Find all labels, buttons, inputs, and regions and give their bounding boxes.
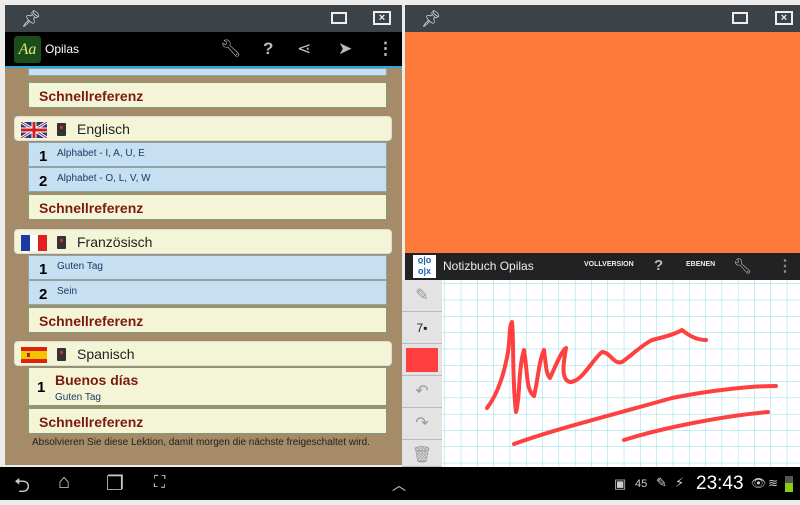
lesson-row[interactable]: 2 Alphabet - O, L, V, W (28, 167, 387, 192)
lang-header-english[interactable]: Englisch (14, 116, 392, 141)
left-window-titlebar: 📌︎ × (5, 5, 402, 32)
pin-icon[interactable]: 📌︎ (421, 9, 441, 29)
lesson-title: Guten Tag (57, 261, 103, 272)
quickref-item[interactable]: Schnellreferenz (28, 194, 387, 220)
app-title: Opilas (45, 42, 80, 56)
notebook-app-bar: o̲|o o|x Notizbuch Opilas VOLLVERSION ? E… (405, 253, 800, 280)
lesson-num: 1 (37, 379, 46, 396)
full-version-button[interactable]: VOLLVERSION (584, 261, 634, 268)
screenshot-icon[interactable]: ⛶ (154, 474, 165, 492)
trash-icon[interactable]: 🗑︎ (402, 440, 442, 467)
wifi-icon: ≋ (768, 476, 779, 490)
expand-icon[interactable]: ︿ (392, 475, 406, 495)
footer-hint: Absolvieren Sie diese Lektion, damit mor… (32, 437, 370, 448)
pin-icon[interactable]: 📌︎ (21, 9, 41, 29)
eye-icon: 👁︎ (751, 476, 767, 490)
uk-flag-icon (21, 122, 47, 138)
send-icon[interactable]: ➤ (338, 39, 352, 59)
lesson-num: 2 (39, 173, 48, 190)
drawing-canvas[interactable] (442, 280, 800, 467)
share-icon[interactable]: ⋖ (297, 39, 311, 59)
redo-icon[interactable]: ↷ (402, 408, 442, 440)
system-nav-bar: ⮌ ⌂ ❐ ⛶ ︿ ▣ 45 ✎ ⚡︎ 23:43 👁︎ ≋ (0, 467, 800, 500)
undo-icon[interactable]: ↶ (402, 376, 442, 408)
maximize-button[interactable] (732, 12, 748, 24)
book-icon (57, 123, 66, 136)
orange-panel (405, 32, 800, 253)
clock: 23:43 (696, 473, 744, 494)
help-button[interactable]: ? (654, 257, 663, 274)
lesson-title: Buenos días (55, 372, 139, 388)
color-picker[interactable] (402, 344, 442, 376)
app-logo: Aa (14, 36, 41, 63)
notebook-logo-icon: o̲|o o|x (413, 255, 436, 278)
lang-header-spanish[interactable]: Spanisch (14, 341, 392, 366)
flash-icon: ⚡︎ (675, 475, 685, 490)
lesson-num: 2 (39, 286, 48, 303)
lang-header-french[interactable]: Französisch (14, 229, 392, 254)
notif-count: 45 (635, 478, 648, 490)
book-icon (57, 348, 66, 361)
gallery-icon: ▣ (614, 476, 627, 491)
lang-name: Spanisch (77, 346, 135, 362)
quickref-item[interactable]: Schnellreferenz (28, 307, 387, 333)
spain-flag-icon (21, 347, 47, 363)
right-window-titlebar: 📌︎ × (405, 5, 800, 32)
wrench-icon[interactable]: 🔧︎ (733, 257, 752, 275)
wrench-icon[interactable]: 🔧︎ (220, 39, 242, 59)
lesson-row[interactable]: 1 Guten Tag (28, 255, 387, 280)
close-button[interactable]: × (373, 11, 391, 25)
lesson-row[interactable]: 2 Sein (28, 280, 387, 305)
maximize-button[interactable] (331, 12, 347, 24)
book-icon (57, 236, 66, 249)
lesson-title: Alphabet - I, A, U, E (57, 148, 145, 159)
overflow-menu-icon[interactable]: ⋮ (777, 256, 793, 276)
lang-name: Englisch (77, 121, 130, 137)
left-app-bar: Aa Opilas 🔧︎ ? ⋖ ➤ ⋮ (5, 32, 402, 66)
lesson-num: 1 (39, 261, 48, 278)
help-icon[interactable]: ? (263, 39, 273, 59)
lesson-num: 1 (39, 148, 48, 165)
overflow-menu-icon[interactable]: ⋮ (377, 39, 394, 59)
brush-size: 7 (416, 321, 424, 335)
lesson-row[interactable]: 1 Buenos días Guten Tag (28, 367, 387, 406)
quickref-item[interactable]: Schnellreferenz (28, 408, 387, 434)
close-button[interactable]: × (775, 11, 793, 25)
notebook-title: Notizbuch Opilas (443, 259, 534, 273)
lang-name: Französisch (77, 234, 153, 250)
brush-size-button[interactable]: 7▪ (402, 312, 442, 344)
home-icon[interactable]: ⌂ (58, 471, 70, 494)
lesson-row[interactable]: 1 Alphabet - I, A, U, E (28, 142, 387, 167)
pencil-notif-icon: ✎ (656, 475, 667, 490)
lesson-title: Alphabet - O, L, V, W (57, 173, 151, 184)
pencil-tool[interactable]: ✎ (402, 280, 442, 312)
layers-button[interactable]: EBENEN (686, 261, 715, 268)
lesson-title: Sein (57, 286, 78, 297)
quickref-item[interactable]: Schnellreferenz (28, 82, 387, 108)
france-flag-icon (21, 235, 47, 251)
lesson-subtitle: Guten Tag (55, 392, 101, 403)
battery-icon (785, 476, 793, 492)
recent-apps-icon[interactable]: ❐ (106, 471, 124, 496)
